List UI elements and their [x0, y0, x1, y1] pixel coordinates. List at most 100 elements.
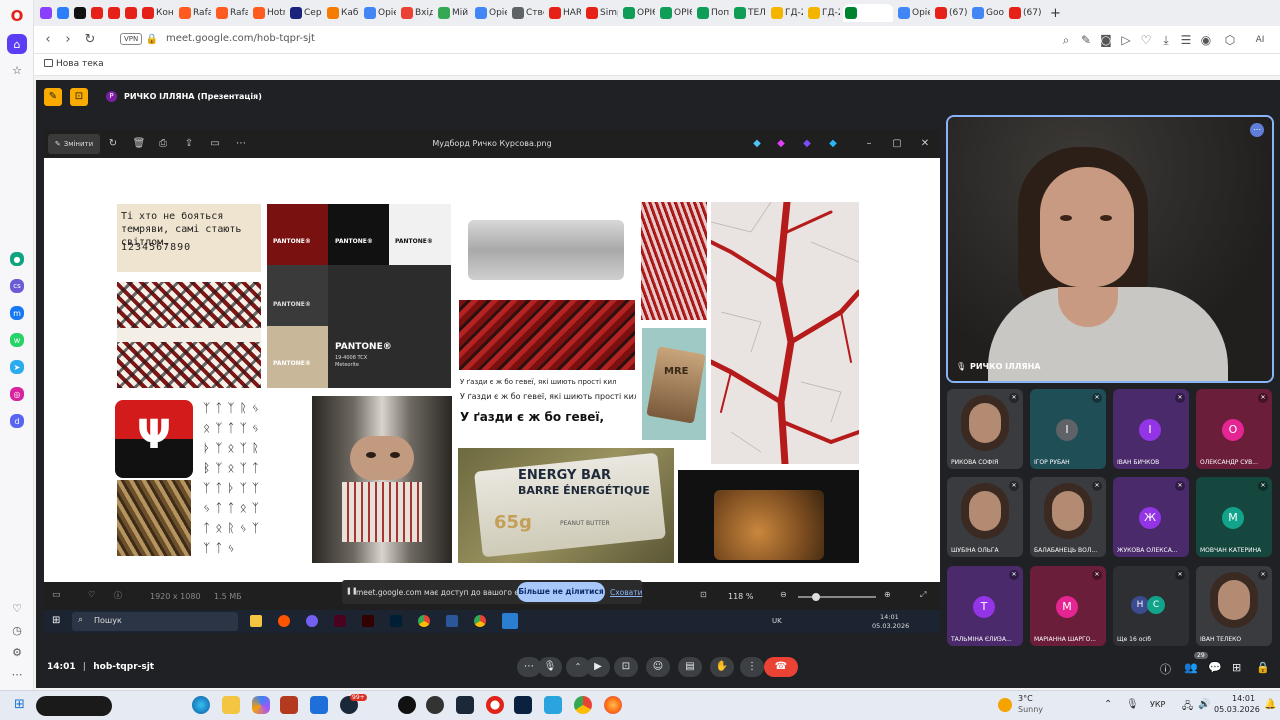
soundcloud-icon[interactable] [278, 615, 290, 627]
keyboard-lang[interactable]: УКР [1150, 700, 1165, 709]
start-icon[interactable]: ⊞ [14, 697, 28, 712]
forward-icon[interactable]: › [60, 32, 76, 48]
browser-tab[interactable]: ГД-2 [769, 4, 803, 22]
zoom-out-icon[interactable]: ⊖ [780, 590, 787, 599]
chrome-icon[interactable] [574, 696, 592, 714]
notifications-icon[interactable]: 🔔 [1264, 699, 1276, 710]
browser-tab[interactable]: ГД-2 [806, 4, 840, 22]
leave-call-button[interactable]: ☎ [764, 657, 798, 677]
browser-tab[interactable] [106, 4, 120, 22]
browser-tab[interactable]: Стве [510, 4, 544, 22]
browser-tab[interactable]: Вхід [399, 4, 433, 22]
browser-tab[interactable]: ОРІЄ [658, 4, 692, 22]
cs-icon[interactable]: cs [10, 279, 24, 293]
browser-tab[interactable] [55, 4, 69, 22]
indesign-icon[interactable] [334, 615, 346, 627]
copilot-icon[interactable] [252, 696, 270, 714]
photos-icon[interactable] [502, 613, 518, 629]
photoshop-icon[interactable] [390, 615, 402, 627]
more-options-button[interactable]: ⋮ [740, 657, 764, 677]
edit-icon[interactable]: ✎ [1078, 32, 1094, 48]
participant-tile[interactable]: ✕ ІВАН ТЕЛЕКО [1196, 566, 1272, 646]
pin-icon[interactable]: ☆ [7, 60, 27, 80]
more-icon[interactable]: ⋯ [7, 664, 27, 684]
app-icon-2[interactable]: ◆ [774, 137, 788, 151]
app-red-icon[interactable] [280, 696, 298, 714]
clock-time[interactable]: 14:01 [1232, 694, 1255, 703]
more-options-icon[interactable]: ⋯ [1250, 123, 1264, 137]
zoom-slider[interactable] [798, 593, 876, 601]
participant-tile[interactable]: М ✕ МАРІАННА ШАРГО... [1030, 566, 1106, 646]
browser-tab[interactable]: Сер [288, 4, 322, 22]
participant-tile[interactable]: І ✕ ІВАН БИЧКОВ [1113, 389, 1189, 469]
present-button[interactable]: ⊡ [614, 657, 638, 677]
illustrator-icon[interactable] [362, 615, 374, 627]
browser-tab[interactable]: Hotn [251, 4, 285, 22]
browser-tab[interactable] [123, 4, 137, 22]
raise-hand-button[interactable]: ✋ [710, 657, 734, 677]
captions-button[interactable]: ▤ [678, 657, 702, 677]
participant-tile[interactable]: М ✕ МОВЧАН КАТЕРИНА [1196, 477, 1272, 557]
vpn-badge[interactable]: VPN [120, 33, 143, 45]
fresco-icon[interactable] [514, 696, 532, 714]
stop-sharing-button[interactable]: Більше не ділитися [517, 582, 605, 602]
hide-notice-link[interactable]: Сховати [610, 588, 643, 597]
word-icon[interactable] [446, 615, 458, 627]
edge-icon[interactable] [192, 696, 210, 714]
browser-tab[interactable]: HARG [547, 4, 581, 22]
chat-icon[interactable]: 💬 [1208, 661, 1222, 674]
app-icon-4[interactable]: ◆ [826, 137, 840, 151]
participant-tile[interactable]: ✕ ШУБІНА ОЛЬГА [947, 477, 1023, 557]
zoom-level[interactable]: 118 % [728, 592, 753, 601]
participant-tile[interactable]: ✕ РИКОВА СОФІЯ [947, 389, 1023, 469]
pen-icon[interactable]: ✎ [44, 88, 62, 106]
browser-tab[interactable]: ТЕЛІ [732, 4, 766, 22]
browser-tab[interactable]: Попе [695, 4, 729, 22]
browser-tab[interactable]: (67) [933, 4, 967, 22]
browser-tab[interactable]: Rafa [214, 4, 248, 22]
ai-button[interactable]: AI [1246, 32, 1274, 48]
browser-tab[interactable]: Opie [473, 4, 507, 22]
pin-presenter-icon[interactable]: ⊡ [70, 88, 88, 106]
browser-tab[interactable] [38, 4, 52, 22]
main-speaker-video[interactable]: ⋯ 🎙 РИЧКО ІЛЛЯНА [946, 115, 1274, 383]
meeting-details-icon[interactable]: ⓘ [1160, 661, 1171, 677]
participant-tile[interactable]: О ✕ ОЛЕКСАНДР СУВ... [1196, 389, 1272, 469]
clock-date[interactable]: 05.03.2026 [1214, 705, 1260, 714]
browser-tab[interactable]: Кабі [325, 4, 359, 22]
browser-tab[interactable]: Goog [970, 4, 1004, 22]
search-box[interactable] [36, 696, 112, 716]
viber-icon[interactable] [306, 615, 318, 627]
download-icon[interactable]: ⤓ [1158, 32, 1174, 48]
close-icon[interactable]: ✕ [918, 137, 932, 151]
people-icon[interactable]: 👥 [1184, 661, 1198, 674]
fit-icon[interactable]: ⊡ [700, 590, 707, 599]
github-icon[interactable] [398, 696, 416, 714]
opera-logo-icon[interactable]: O [7, 6, 27, 26]
network-icon[interactable]: 🖧 [1182, 699, 1193, 716]
telegram-icon[interactable]: ➤ [10, 360, 24, 374]
mic-button[interactable]: 🎙 [538, 657, 562, 677]
browser-tab[interactable]: Мій [436, 4, 470, 22]
browser-tab[interactable]: Конк [140, 4, 174, 22]
extensions-icon[interactable]: ⬡ [1222, 32, 1238, 48]
browser-tab[interactable]: Simp [584, 4, 618, 22]
browser-tab[interactable]: Opie [896, 4, 930, 22]
opera-icon[interactable] [486, 696, 504, 714]
minimize-icon[interactable]: – [862, 137, 876, 151]
whatsapp-icon[interactable]: w [10, 333, 24, 347]
firefox-icon[interactable] [604, 696, 622, 714]
chrome-icon[interactable] [418, 615, 430, 627]
back-icon[interactable]: ‹ [40, 32, 56, 48]
browser-tab[interactable] [89, 4, 103, 22]
send-icon[interactable]: ▷ [1118, 32, 1134, 48]
zoom-slider-handle[interactable] [812, 593, 820, 601]
messenger-icon[interactable]: m [10, 306, 24, 320]
browser-tab[interactable] [843, 4, 893, 22]
home-icon[interactable]: ⌂ [7, 34, 27, 54]
info-icon[interactable]: ⓘ [114, 590, 122, 601]
participant-tile[interactable]: ✕ БАЛАБАНЕЦЬ ВОЛ... [1030, 477, 1106, 557]
bookmark-folder[interactable]: Нова тека [56, 59, 104, 69]
shared-lang[interactable]: UK [772, 617, 782, 625]
menu-icon[interactable]: ☰ [1178, 32, 1194, 48]
